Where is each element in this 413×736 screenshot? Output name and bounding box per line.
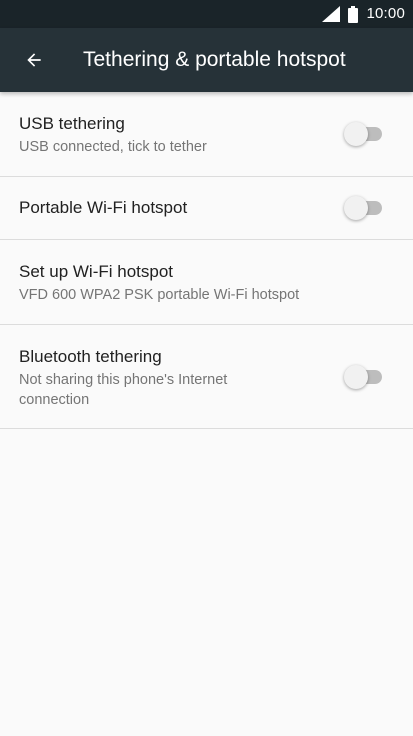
arrow-back-icon [27,53,41,67]
portable-wifi-hotspot-toggle[interactable] [344,196,383,220]
toggle-thumb [344,365,368,389]
settings-list: USB tethering USB connected, tick to tet… [0,92,413,429]
setting-set-up-wifi-hotspot[interactable]: Set up Wi-Fi hotspot VFD 600 WPA2 PSK po… [0,240,413,325]
signal-icon [322,6,341,22]
toggle-thumb [344,122,368,146]
setting-title: Portable Wi-Fi hotspot [19,198,188,217]
setting-texts: Portable Wi-Fi hotspot [19,198,323,218]
back-button[interactable] [12,38,56,82]
setting-bluetooth-tethering[interactable]: Bluetooth tethering Not sharing this pho… [0,325,413,429]
setting-texts: Bluetooth tethering Not sharing this pho… [19,347,283,410]
status-bar: 10:00 [0,0,413,28]
setting-texts: Set up Wi-Fi hotspot VFD 600 WPA2 PSK po… [19,262,398,305]
status-icons: 10:00 [322,0,405,28]
toggle-thumb [344,196,368,220]
setting-title: USB tethering [19,114,125,133]
setting-subtitle: USB connected, tick to tether [19,139,207,155]
setting-title: Bluetooth tethering [19,347,162,366]
app-bar: Tethering & portable hotspot [0,28,413,92]
setting-texts: USB tethering USB connected, tick to tet… [19,114,323,157]
battery-icon [348,5,359,23]
page-title: Tethering & portable hotspot [83,48,346,71]
setting-usb-tethering[interactable]: USB tethering USB connected, tick to tet… [0,92,413,177]
setting-portable-wifi-hotspot[interactable]: Portable Wi-Fi hotspot [0,177,413,240]
setting-subtitle: VFD 600 WPA2 PSK portable Wi-Fi hotspot [19,287,300,303]
setting-subtitle: Not sharing this phone's Internet connec… [19,372,228,408]
bluetooth-tethering-toggle[interactable] [344,365,383,389]
setting-title: Set up Wi-Fi hotspot [19,262,174,281]
usb-tethering-toggle[interactable] [344,122,383,146]
status-time: 10:00 [366,5,405,22]
